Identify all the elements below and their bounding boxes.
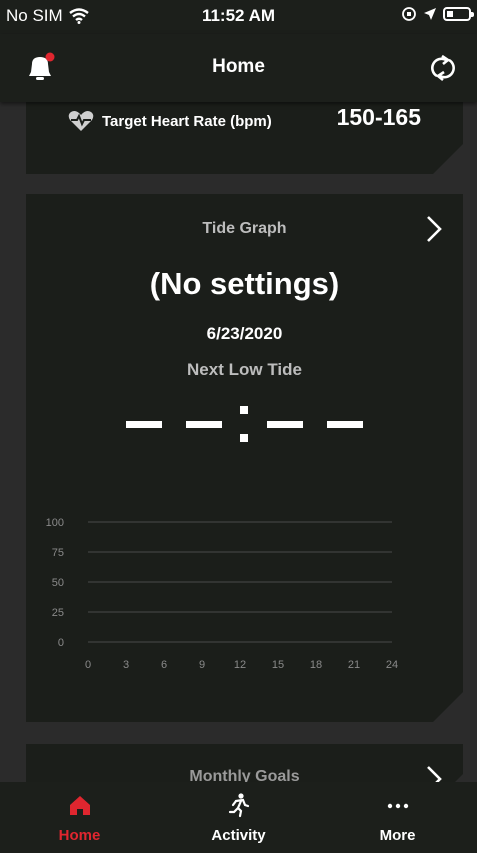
chevron-right-icon[interactable] xyxy=(425,214,443,244)
status-bar: No SIM 11:52 AM xyxy=(0,0,477,34)
location-icon xyxy=(424,8,436,20)
running-icon xyxy=(228,793,249,818)
y-tick-label: 50 xyxy=(52,577,64,589)
y-tick-label: 25 xyxy=(52,607,64,619)
page-title: Home xyxy=(212,56,265,77)
tab-activity-label: Activity xyxy=(211,827,266,844)
tide-graph-card[interactable]: Tide Graph (No settings) 6/23/2020 Next … xyxy=(26,194,463,722)
refresh-icon[interactable] xyxy=(427,52,459,84)
heart-rate-value: 150-165 xyxy=(336,104,421,130)
next-low-tide-label: Next Low Tide xyxy=(187,360,302,379)
x-tick-label: 15 xyxy=(272,659,284,671)
tide-date: 6/23/2020 xyxy=(206,324,283,343)
home-icon xyxy=(69,796,90,815)
tide-graph-title: Tide Graph xyxy=(202,220,287,237)
y-tick-label: 75 xyxy=(52,547,64,559)
tab-home[interactable]: Home xyxy=(0,782,159,853)
heart-rate-icon xyxy=(68,110,94,132)
x-tick-label: 9 xyxy=(199,659,205,671)
tide-chart: 100 75 50 25 0 0 3 6 9 12 15 18 21 24 xyxy=(26,494,463,694)
x-tick-label: 6 xyxy=(161,659,167,671)
tab-more-label: More xyxy=(379,827,416,844)
x-tick-label: 24 xyxy=(386,659,398,671)
orientation-lock-icon xyxy=(402,7,416,21)
tab-home-label: Home xyxy=(58,827,101,844)
tide-time-placeholder xyxy=(26,394,463,454)
tab-more[interactable]: More xyxy=(318,782,477,853)
x-tick-label: 12 xyxy=(234,659,246,671)
x-tick-label: 21 xyxy=(348,659,360,671)
nav-bar: Home xyxy=(0,34,477,102)
x-tick-label: 0 xyxy=(85,659,91,671)
heart-rate-row: Target Heart Rate (bpm) xyxy=(68,110,272,132)
status-right xyxy=(401,6,474,22)
heart-rate-card: Target Heart Rate (bpm) 150-165 xyxy=(26,102,463,174)
y-tick-label: 100 xyxy=(46,517,64,529)
y-tick-label: 0 xyxy=(58,637,64,649)
tab-activity[interactable]: Activity xyxy=(159,782,318,853)
tab-bar: Home Activity More xyxy=(0,782,477,853)
more-icon xyxy=(387,803,408,809)
heart-rate-label: Target Heart Rate (bpm) xyxy=(102,112,272,130)
x-tick-label: 3 xyxy=(123,659,129,671)
battery-icon xyxy=(443,7,474,21)
x-tick-label: 18 xyxy=(310,659,322,671)
tide-settings-status: (No settings) xyxy=(149,266,340,301)
